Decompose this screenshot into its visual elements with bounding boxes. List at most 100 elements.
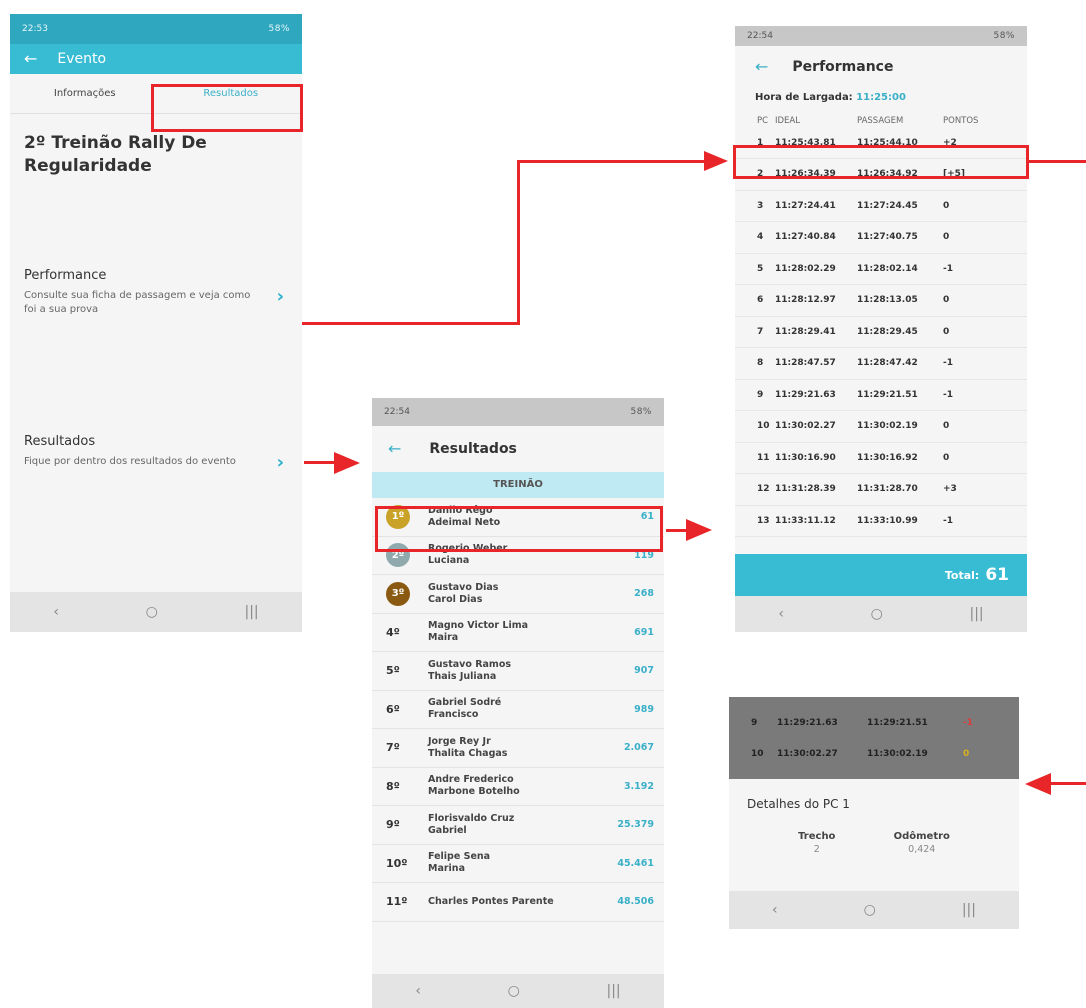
team-member: Magno Victor Lima <box>428 620 529 632</box>
back-arrow-icon[interactable]: ← <box>24 51 37 67</box>
list-item[interactable]: 6º Gabriel Sodré Francisco 989 <box>372 690 664 729</box>
cell-ideal: 11:29:21.63 <box>775 379 857 411</box>
team-member: Gabriel <box>428 824 467 836</box>
list-item[interactable]: 10º Felipe Sena Marina 45.461 <box>372 844 664 883</box>
chevron-right-icon[interactable]: › <box>277 454 284 472</box>
list-item[interactable]: 5º Gustavo Ramos Thais Juliana 907 <box>372 652 664 691</box>
cell-pass: 11:31:28.70 <box>857 473 943 506</box>
table-row[interactable]: 13 11:33:11.12 11:33:10.99 -1 <box>735 505 1027 537</box>
nav-home-icon[interactable]: ○ <box>864 902 876 918</box>
table-row[interactable]: 10 11:30:02.27 11:30:02.19 0 <box>735 410 1027 443</box>
score-value: 907 <box>634 665 654 677</box>
list-item[interactable]: 3º Gustavo Dias Carol Dias 268 <box>372 575 664 614</box>
cell-pts: -1 <box>943 379 1027 411</box>
cell-pass: 11:30:02.19 <box>857 410 943 443</box>
team-member: Charles Pontes Parente <box>428 895 554 907</box>
table-row[interactable]: 11 11:30:16.90 11:30:16.92 0 <box>735 442 1027 474</box>
position-label: 10º <box>386 856 408 870</box>
status-battery: 58% <box>268 24 290 34</box>
cell-pass: 11:28:13.05 <box>857 284 943 317</box>
position-label: 9º <box>386 818 400 832</box>
nav-recent-icon[interactable]: ||| <box>962 902 976 918</box>
score-value: 268 <box>634 588 654 600</box>
highlight-first-place <box>375 506 663 552</box>
nav-recent-icon[interactable]: ||| <box>607 983 621 999</box>
system-nav-bar: ‹ ○ ||| <box>729 891 1019 929</box>
status-time: 22:53 <box>22 24 48 34</box>
table-row[interactable]: 7 11:28:29.41 11:28:29.45 0 <box>735 316 1027 348</box>
cell-pts: 0 <box>943 190 1027 222</box>
cell-ideal: 11:27:24.41 <box>775 190 857 222</box>
team-names: Andre Frederico Marbone Botelho <box>428 774 624 798</box>
nav-back-icon[interactable]: ‹ <box>778 606 784 622</box>
nav-home-icon[interactable]: ○ <box>146 604 158 620</box>
cell-pass: 11:27:40.75 <box>857 221 943 254</box>
arrow-left-icon <box>1025 773 1051 795</box>
chevron-right-icon[interactable]: › <box>277 288 284 306</box>
cell-pass: 11:28:29.45 <box>857 316 943 348</box>
list-item[interactable]: 8º Andre Frederico Marbone Botelho 3.192 <box>372 767 664 806</box>
score-value: 48.506 <box>617 896 654 908</box>
table-row[interactable]: 3 11:27:24.41 11:27:24.45 0 <box>735 190 1027 222</box>
cell-pc: 9 <box>751 717 758 728</box>
back-arrow-icon[interactable]: ← <box>755 59 768 75</box>
team-member: Felipe Sena <box>428 851 491 863</box>
nav-back-icon[interactable]: ‹ <box>53 604 59 620</box>
team-member: Luciana <box>428 555 470 567</box>
medal-icon: 3º <box>386 581 410 606</box>
performance-item-desc: Consulte sua ficha de passagem e veja co… <box>24 290 251 315</box>
arrow-right-icon <box>686 519 712 541</box>
connector-line <box>302 322 520 325</box>
nav-back-icon[interactable]: ‹ <box>415 983 421 999</box>
resultados-menu-item[interactable]: Resultados Fique por dentro dos resultad… <box>24 434 288 472</box>
arrow-right-icon <box>334 452 360 474</box>
start-time: Hora de Largada: 11:25:00 <box>735 92 1027 103</box>
table-row[interactable]: 8 11:28:47.57 11:28:47.42 -1 <box>735 347 1027 380</box>
app-bar-title: Evento <box>57 51 107 67</box>
nav-home-icon[interactable]: ○ <box>871 606 883 622</box>
table-row[interactable]: 5 11:28:02.29 11:28:02.14 -1 <box>735 253 1027 285</box>
detalhes-title: Detalhes do PC 1 <box>747 797 850 811</box>
team-names: Charles Pontes Parente <box>428 896 617 908</box>
highlight-pc1-row <box>733 145 1029 179</box>
list-item[interactable]: 11º Charles Pontes Parente 48.506 <box>372 883 664 922</box>
medal-badge: 3º <box>386 581 428 606</box>
nav-back-icon[interactable]: ‹ <box>772 902 778 918</box>
cell-pc: 11 <box>735 442 775 474</box>
connector-line <box>304 461 336 464</box>
nav-recent-icon[interactable]: ||| <box>245 604 259 620</box>
team-names: Florisvaldo Cruz Gabriel <box>428 813 617 837</box>
team-names: Gabriel Sodré Francisco <box>428 697 634 721</box>
start-time-label: Hora de Largada: <box>755 92 853 103</box>
table-row[interactable]: 6 11:28:12.97 11:28:13.05 0 <box>735 284 1027 317</box>
tab-informacoes[interactable]: Informações <box>54 88 116 99</box>
col-pc: PC <box>757 116 769 126</box>
start-time-value: 11:25:00 <box>856 92 906 103</box>
nav-home-icon[interactable]: ○ <box>508 983 520 999</box>
position-label: 5º <box>386 664 400 678</box>
connector-line <box>666 529 688 532</box>
back-arrow-icon[interactable]: ← <box>388 441 401 457</box>
table-row[interactable]: 4 11:27:40.84 11:27:40.75 0 <box>735 221 1027 254</box>
total-value: 61 <box>985 565 1009 585</box>
cell-pc: 10 <box>735 410 775 443</box>
list-item[interactable]: 4º Magno Victor Lima Maira 691 <box>372 613 664 652</box>
results-list: 1º Danilo Rêgo Adeimal Neto 61 2º Rogerio Web… <box>372 498 664 922</box>
table-row[interactable]: 12 11:31:28.39 11:31:28.70 +3 <box>735 473 1027 506</box>
score-value: 25.379 <box>617 819 654 831</box>
trecho-label: Trecho <box>798 831 836 842</box>
cell-pc: 4 <box>735 221 775 254</box>
cell-ideal: 11:30:16.90 <box>775 442 857 474</box>
cell-ideal: 11:31:28.39 <box>775 473 857 506</box>
cell-pts: 0 <box>943 316 1027 348</box>
nav-recent-icon[interactable]: ||| <box>970 606 984 622</box>
status-bar: 22:54 58% <box>735 26 1027 46</box>
list-item[interactable]: 7º Jorge Rey Jr Thalita Chagas 2.067 <box>372 729 664 768</box>
cell-pts: -1 <box>943 347 1027 380</box>
table-row[interactable]: 9 11:29:21.63 11:29:21.51 -1 <box>735 379 1027 411</box>
odometro-label: Odômetro <box>893 831 950 842</box>
list-item[interactable]: 9º Florisvaldo Cruz Gabriel 25.379 <box>372 806 664 845</box>
performance-menu-item[interactable]: Performance Consulte sua ficha de passag… <box>24 268 288 317</box>
system-nav-bar: ‹ ○ ||| <box>372 974 664 1008</box>
cell-pc: 5 <box>735 253 775 285</box>
